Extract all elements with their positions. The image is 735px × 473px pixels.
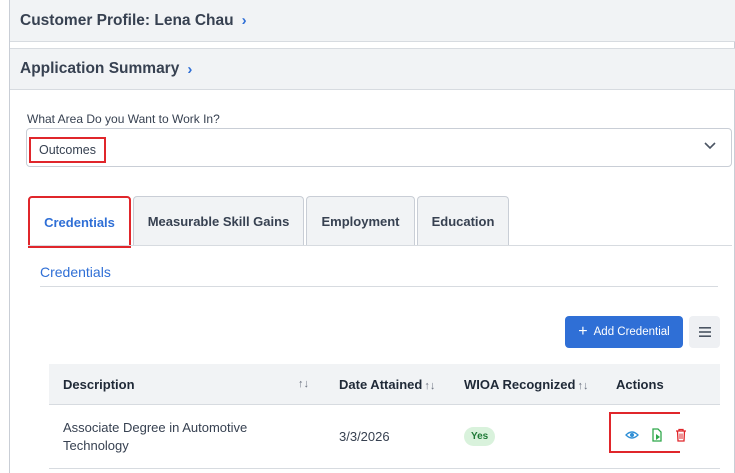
- customer-profile-title: Customer Profile: Lena Chau: [20, 11, 234, 29]
- sort-icon[interactable]: ↑↓: [577, 380, 588, 392]
- tab-measurable-skill-gains[interactable]: Measurable Skill Gains: [133, 196, 304, 245]
- column-header-date-attained[interactable]: Date Attained ↑↓: [325, 377, 450, 392]
- sort-icon[interactable]: ↑↓: [424, 380, 435, 392]
- plus-icon: +: [578, 323, 588, 340]
- edit-document-icon[interactable]: [650, 428, 664, 442]
- column-header-wioa-recognized[interactable]: WIOA Recognized ↑↓: [450, 377, 602, 392]
- application-summary-title: Application Summary: [20, 60, 180, 77]
- table-header: Description ↑↓ Date Attained ↑↓ WIOA Reco…: [49, 364, 720, 405]
- hamburger-menu-icon: [698, 327, 711, 337]
- cell-date-attained: 3/3/2026: [339, 429, 390, 444]
- add-credential-label: Add Credential: [593, 326, 670, 338]
- work-area-selected-value: Outcomes: [29, 137, 106, 163]
- cell-description: Associate Degree in Automotive Technolog…: [63, 419, 248, 453]
- tab-employment[interactable]: Employment: [306, 196, 415, 245]
- chevron-right-icon[interactable]: ›: [187, 61, 192, 78]
- sort-icon[interactable]: ↑↓: [298, 378, 309, 390]
- application-summary-header[interactable]: Application Summary ›: [10, 48, 735, 90]
- cell-wioa-recognized: Yes: [450, 427, 602, 446]
- credentials-section-title: Credentials: [40, 264, 111, 280]
- customer-profile-panel: Customer Profile: Lena Chau › Applicatio…: [9, 0, 735, 473]
- row-actions: [609, 412, 686, 453]
- chevron-right-icon[interactable]: ›: [242, 12, 247, 29]
- delete-trash-icon[interactable]: [674, 428, 688, 442]
- column-header-description[interactable]: Description ↑↓: [49, 377, 325, 392]
- customer-profile-header[interactable]: Customer Profile: Lena Chau ›: [10, 0, 735, 42]
- tab-education[interactable]: Education: [417, 196, 509, 245]
- add-credential-button[interactable]: + Add Credential: [565, 316, 683, 348]
- work-area-label: What Area Do you Want to Work In?: [27, 112, 220, 126]
- tab-credentials[interactable]: Credentials: [28, 196, 131, 248]
- tabs-divider: [28, 245, 732, 246]
- work-area-select[interactable]: Outcomes: [26, 128, 732, 167]
- column-menu-button[interactable]: [689, 316, 720, 348]
- status-badge: Yes: [464, 427, 496, 446]
- column-header-actions: Actions: [616, 376, 664, 392]
- view-eye-icon[interactable]: [625, 428, 639, 442]
- outcome-tabs: Credentials Measurable Skill Gains Emplo…: [28, 196, 511, 248]
- chevron-down-icon[interactable]: [703, 139, 717, 153]
- section-divider: [40, 286, 718, 287]
